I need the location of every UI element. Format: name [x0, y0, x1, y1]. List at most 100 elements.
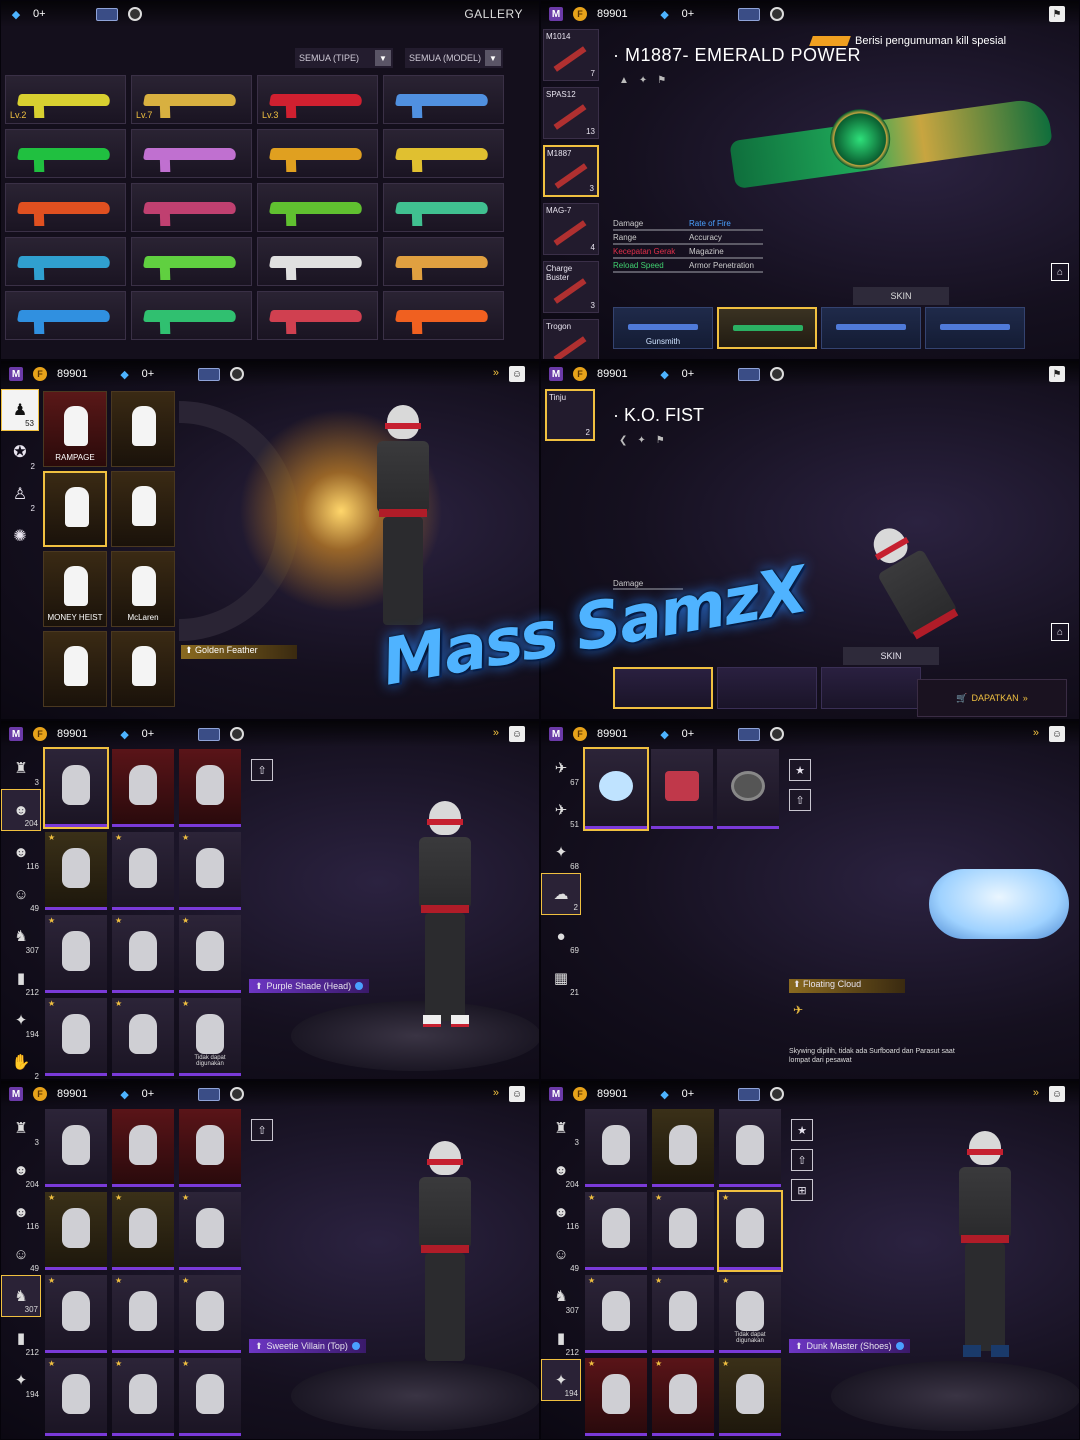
wardrobe-tab[interactable]: ✦ 68 [541, 831, 581, 873]
wardrobe-tab[interactable]: ♞ 307 [1, 1275, 41, 1317]
gun-skin-tile[interactable] [383, 291, 504, 340]
membership-card-icon[interactable] [198, 1087, 221, 1101]
wardrobe-tab[interactable]: ✦ 194 [1, 999, 41, 1041]
gun-skin-tile[interactable] [383, 237, 504, 286]
wardrobe-tab[interactable]: ☻ 204 [1, 789, 41, 831]
wardrobe-item-tile[interactable]: ★ [45, 998, 107, 1076]
settings-gear-icon[interactable] [230, 727, 245, 741]
skywing-tile[interactable] [717, 749, 779, 829]
settings-gear-icon[interactable] [127, 7, 142, 21]
gun-skin-tile[interactable] [257, 237, 378, 286]
pose-icon[interactable]: ☺ [509, 366, 525, 382]
wardrobe-tab[interactable]: ♞ 307 [1, 915, 41, 957]
wardrobe-item-tile[interactable]: ★ [45, 1275, 107, 1353]
wardrobe-tab[interactable]: ♜ 3 [541, 1107, 581, 1149]
fist-skin-card[interactable] [821, 667, 921, 709]
wardrobe-item-tile[interactable] [179, 1109, 241, 1187]
pose-icon[interactable]: ☺ [1049, 726, 1065, 742]
pose-icon[interactable]: ☺ [1049, 1086, 1065, 1102]
wardrobe-item-tile[interactable]: ★ [585, 1358, 647, 1436]
gun-skin-tile[interactable] [383, 75, 504, 124]
wardrobe-item-tile[interactable]: ★ [179, 1358, 241, 1436]
wardrobe-item-tile[interactable]: ★ [585, 1275, 647, 1353]
skin-card-gunsmith[interactable]: Gunsmith [613, 307, 713, 349]
tab-emote-dance[interactable]: ♟ 53 [1, 389, 39, 431]
gun-skin-tile[interactable]: Lv.2 [5, 75, 126, 124]
membership-card-icon[interactable] [738, 727, 761, 741]
menu-m-icon[interactable]: M [9, 367, 23, 381]
wardrobe-item-tile[interactable]: ★ [717, 1190, 783, 1272]
wardrobe-tab[interactable]: ✈ 67 [541, 747, 581, 789]
emote-tile[interactable]: RAMPAGE [43, 391, 107, 467]
wardrobe-tab[interactable]: ● 69 [541, 915, 581, 957]
wardrobe-item-tile[interactable]: ★ [45, 1192, 107, 1270]
wardrobe-item-tile[interactable] [652, 1109, 714, 1187]
wardrobe-tab[interactable]: ♜ 3 [1, 1107, 41, 1149]
wardrobe-tab[interactable]: ✦ 194 [541, 1359, 581, 1401]
menu-m-icon[interactable]: M [549, 7, 563, 21]
membership-card-icon[interactable] [198, 367, 221, 381]
wardrobe-tab[interactable]: ✋ 2 [1, 1041, 41, 1079]
skywing-tile[interactable] [651, 749, 713, 829]
tab-skin[interactable]: SKIN [853, 287, 949, 305]
wardrobe-item-tile[interactable] [112, 749, 174, 827]
wardrobe-item-tile[interactable]: ★ [179, 1275, 241, 1353]
skin-card[interactable] [925, 307, 1025, 349]
wardrobe-tab[interactable]: ☻ 116 [1, 1191, 41, 1233]
gun-skin-tile[interactable] [257, 291, 378, 340]
gun-skin-tile[interactable] [131, 237, 252, 286]
emote-tile[interactable]: McLaren [111, 551, 175, 627]
wardrobe-item-tile[interactable]: ★ Tidak dapat digunakan [179, 998, 241, 1076]
home-icon[interactable]: ⌂ [1051, 263, 1069, 281]
weapon-list-item[interactable]: M1887 3 [543, 145, 599, 197]
weapon-list-item[interactable]: Charge Buster 3 [543, 261, 599, 313]
wardrobe-item-tile[interactable]: ★ [112, 1275, 174, 1353]
menu-m-icon[interactable]: M [549, 727, 563, 741]
fast-forward-icon[interactable]: » [1033, 727, 1039, 739]
gun-skin-tile[interactable] [257, 183, 378, 232]
weapon-list-item[interactable]: SPAS12 13 [543, 87, 599, 139]
menu-m-icon[interactable]: M [9, 1087, 23, 1101]
wardrobe-tab[interactable]: ✦ 194 [1, 1359, 41, 1401]
membership-card-icon[interactable] [738, 367, 761, 381]
wardrobe-item-tile[interactable]: ★ [112, 1192, 174, 1270]
wardrobe-tab[interactable]: ☁ 2 [541, 873, 581, 915]
wardrobe-item-tile[interactable]: ★ [112, 832, 174, 910]
wardrobe-item-tile[interactable]: ★ [652, 1275, 714, 1353]
filter-model-dropdown[interactable]: SEMUA (MODEL) ▼ [405, 48, 503, 68]
settings-gear-icon[interactable] [770, 7, 785, 21]
wardrobe-item-tile[interactable]: ★ [45, 1358, 107, 1436]
emote-tile[interactable]: MONEY HEIST [43, 551, 107, 627]
wardrobe-item-tile[interactable]: ★ [179, 832, 241, 910]
emote-tile[interactable] [111, 631, 175, 707]
wardrobe-tab[interactable]: ♞ 307 [541, 1275, 581, 1317]
gun-skin-tile[interactable]: Lv.3 [257, 75, 378, 124]
info-icon[interactable] [355, 982, 364, 990]
fist-skin-card[interactable] [613, 667, 713, 709]
fist-item-tile[interactable]: Tinju 2 [545, 389, 595, 441]
skin-card[interactable] [821, 307, 921, 349]
wardrobe-tab[interactable]: ▮ 212 [1, 957, 41, 999]
wardrobe-tab[interactable]: ☻ 116 [541, 1191, 581, 1233]
wardrobe-item-tile[interactable]: ★ [585, 1192, 647, 1270]
emote-tile[interactable] [43, 471, 107, 547]
settings-gear-icon[interactable] [770, 1087, 785, 1101]
fast-forward-icon[interactable]: » [493, 1087, 499, 1099]
wardrobe-tab[interactable]: ▦ 21 [541, 957, 581, 999]
star-icon[interactable]: ★ [791, 1119, 813, 1141]
wardrobe-item-tile[interactable]: ★ [652, 1192, 714, 1270]
fast-forward-icon[interactable]: » [493, 727, 499, 739]
tab-emote-wheel[interactable]: ✪ 2 [1, 431, 39, 473]
wardrobe-item-tile[interactable] [719, 1109, 781, 1187]
gun-skin-tile[interactable] [383, 183, 504, 232]
wardrobe-item-tile[interactable]: ★ [112, 915, 174, 993]
skin-card-emerald[interactable] [717, 307, 817, 349]
wardrobe-tab[interactable]: ▮ 212 [1, 1317, 41, 1359]
wardrobe-item-tile[interactable]: ★ Tidak dapat digunakan [719, 1275, 781, 1353]
settings-gear-icon[interactable] [770, 367, 785, 381]
gun-skin-tile[interactable] [5, 129, 126, 178]
tab-emote-extra[interactable]: ✺ [1, 515, 39, 557]
wardrobe-item-tile[interactable] [45, 1109, 107, 1187]
emote-tile[interactable] [111, 391, 175, 467]
wardrobe-tab[interactable]: ☻ 204 [1, 1149, 41, 1191]
